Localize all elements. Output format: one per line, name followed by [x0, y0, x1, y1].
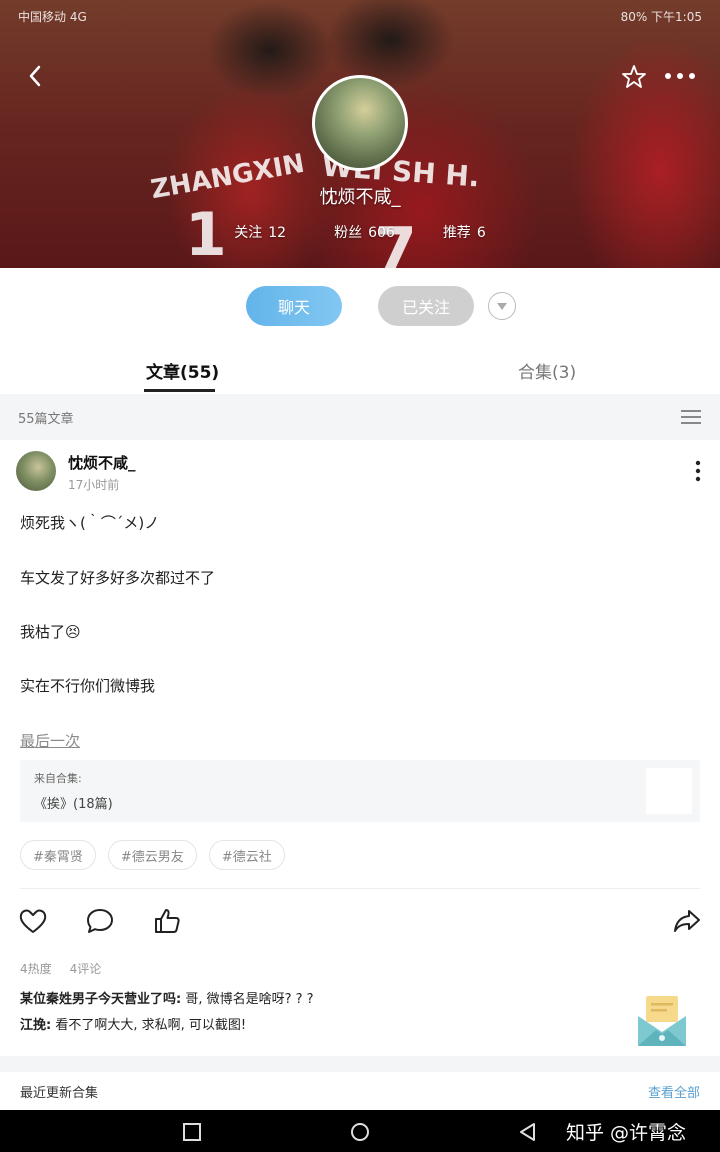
post-time: 17小时前 — [68, 478, 120, 492]
stat-following[interactable]: 关注 12 — [234, 222, 286, 242]
comment-preview[interactable]: 江挽: 看不了啊大大, 求私啊, 可以截图! — [20, 1014, 246, 1033]
action-buttons: 聊天 已关注 — [0, 286, 720, 326]
comment-user: 某位秦姓男子今天营业了吗: — [20, 992, 182, 1007]
author-avatar[interactable] — [16, 451, 56, 491]
comment-text: 看不了啊大大, 求私啊, 可以截图! — [51, 1018, 247, 1033]
stat-label: 粉丝 — [334, 225, 363, 241]
status-right: 80% 下午1:05 — [621, 8, 702, 25]
stat-value: 606 — [368, 225, 395, 241]
kebab-icon[interactable] — [690, 460, 706, 482]
post-text-line: 实在不行你们微博我 — [20, 677, 156, 695]
post-actions — [0, 906, 720, 940]
section-gap — [0, 1056, 720, 1072]
comment-icon[interactable] — [85, 906, 115, 936]
carrier-text: 中国移动 4G — [18, 9, 87, 24]
nav-back-icon[interactable] — [517, 1121, 539, 1143]
collection-card[interactable]: 来自合集: 《挨》(18篇) — [20, 760, 700, 822]
system-nav-bar: 知乎 @许霄念 — [0, 1110, 720, 1152]
collection-title: 《挨》(18篇) — [34, 797, 113, 812]
status-right-text: 80% 下午1:05 — [620, 9, 702, 24]
stat-recommend[interactable]: 推荐 6 — [443, 222, 486, 242]
stat-label: 推荐 — [442, 225, 471, 241]
star-icon[interactable] — [620, 63, 648, 91]
stat-value: 12 — [268, 225, 287, 241]
watermark: 知乎 @许霄念 — [566, 1122, 687, 1144]
profile-stats: 关注 12 粉丝 606 推荐 6 — [0, 222, 720, 242]
article-count: 55篇文章 — [18, 411, 74, 427]
tab-articles[interactable]: 文章(55) — [146, 358, 219, 383]
tag-chip[interactable]: #德云社 — [208, 840, 285, 870]
post-text-line: 我枯了😣 — [20, 623, 81, 641]
stat-label: 关注 — [234, 225, 263, 241]
tab-underline — [144, 389, 215, 392]
post-text-line: 车文发了好多好多次都过不了 — [20, 569, 216, 587]
last-time-link[interactable]: 最后一次 — [20, 730, 80, 751]
profile-name: 忱烦不咸_ — [319, 187, 401, 208]
stat-followers[interactable]: 粉丝 606 — [334, 222, 395, 242]
collection-from-label: 来自合集: — [34, 772, 82, 785]
more-icon[interactable] — [662, 64, 698, 88]
status-bar: 中国移动 4G 80% 下午1:05 — [18, 6, 702, 26]
post-text-line: 烦死我ヽ(｀⌒´メ)ノ — [20, 514, 160, 532]
back-icon[interactable] — [24, 62, 46, 90]
share-icon[interactable] — [672, 906, 702, 936]
profile-avatar[interactable] — [312, 75, 408, 171]
tag-list: #秦霄贤 #德云男友 #德云社 — [20, 840, 285, 870]
author-name[interactable]: 忱烦不咸_ — [68, 452, 136, 473]
divider — [20, 888, 700, 889]
comment-preview[interactable]: 某位秦姓男子今天营业了吗: 哥, 微博名是啥呀? ? ? — [20, 988, 314, 1007]
heart-icon[interactable] — [18, 906, 48, 936]
collection-thumbnail — [646, 768, 692, 814]
heat-count: 4热度 — [20, 962, 52, 976]
comment-user: 江挽: — [20, 1018, 52, 1033]
recent-collections-header: 最近更新合集 查看全部 — [0, 1072, 720, 1110]
tag-chip[interactable]: #德云男友 — [107, 840, 197, 870]
comment-text: 哥, 微博名是啥呀? ? ? — [181, 992, 314, 1007]
list-icon[interactable] — [680, 408, 702, 426]
mail-icon[interactable] — [632, 992, 692, 1052]
tag-chip[interactable]: #秦霄贤 — [20, 840, 96, 870]
tab-collections[interactable]: 合集(3) — [518, 358, 576, 383]
home-icon[interactable] — [349, 1121, 371, 1143]
stat-value: 6 — [476, 225, 486, 241]
recent-apps-icon[interactable] — [181, 1121, 203, 1143]
profile-tabs: 文章(55) 合集(3) — [0, 350, 720, 394]
chat-button[interactable]: 聊天 — [246, 286, 342, 326]
post-metrics: 4热度 4评论 — [20, 960, 101, 977]
view-all-link[interactable]: 查看全部 — [648, 1082, 700, 1101]
dropdown-button[interactable] — [488, 292, 516, 320]
article-count-bar: 55篇文章 — [0, 394, 720, 440]
follow-button[interactable]: 已关注 — [378, 286, 474, 326]
comment-count[interactable]: 4评论 — [70, 960, 102, 977]
dropdown-icon — [497, 303, 507, 310]
thumbs-up-icon[interactable] — [152, 906, 182, 936]
recent-collections-title: 最近更新合集 — [20, 1085, 99, 1101]
